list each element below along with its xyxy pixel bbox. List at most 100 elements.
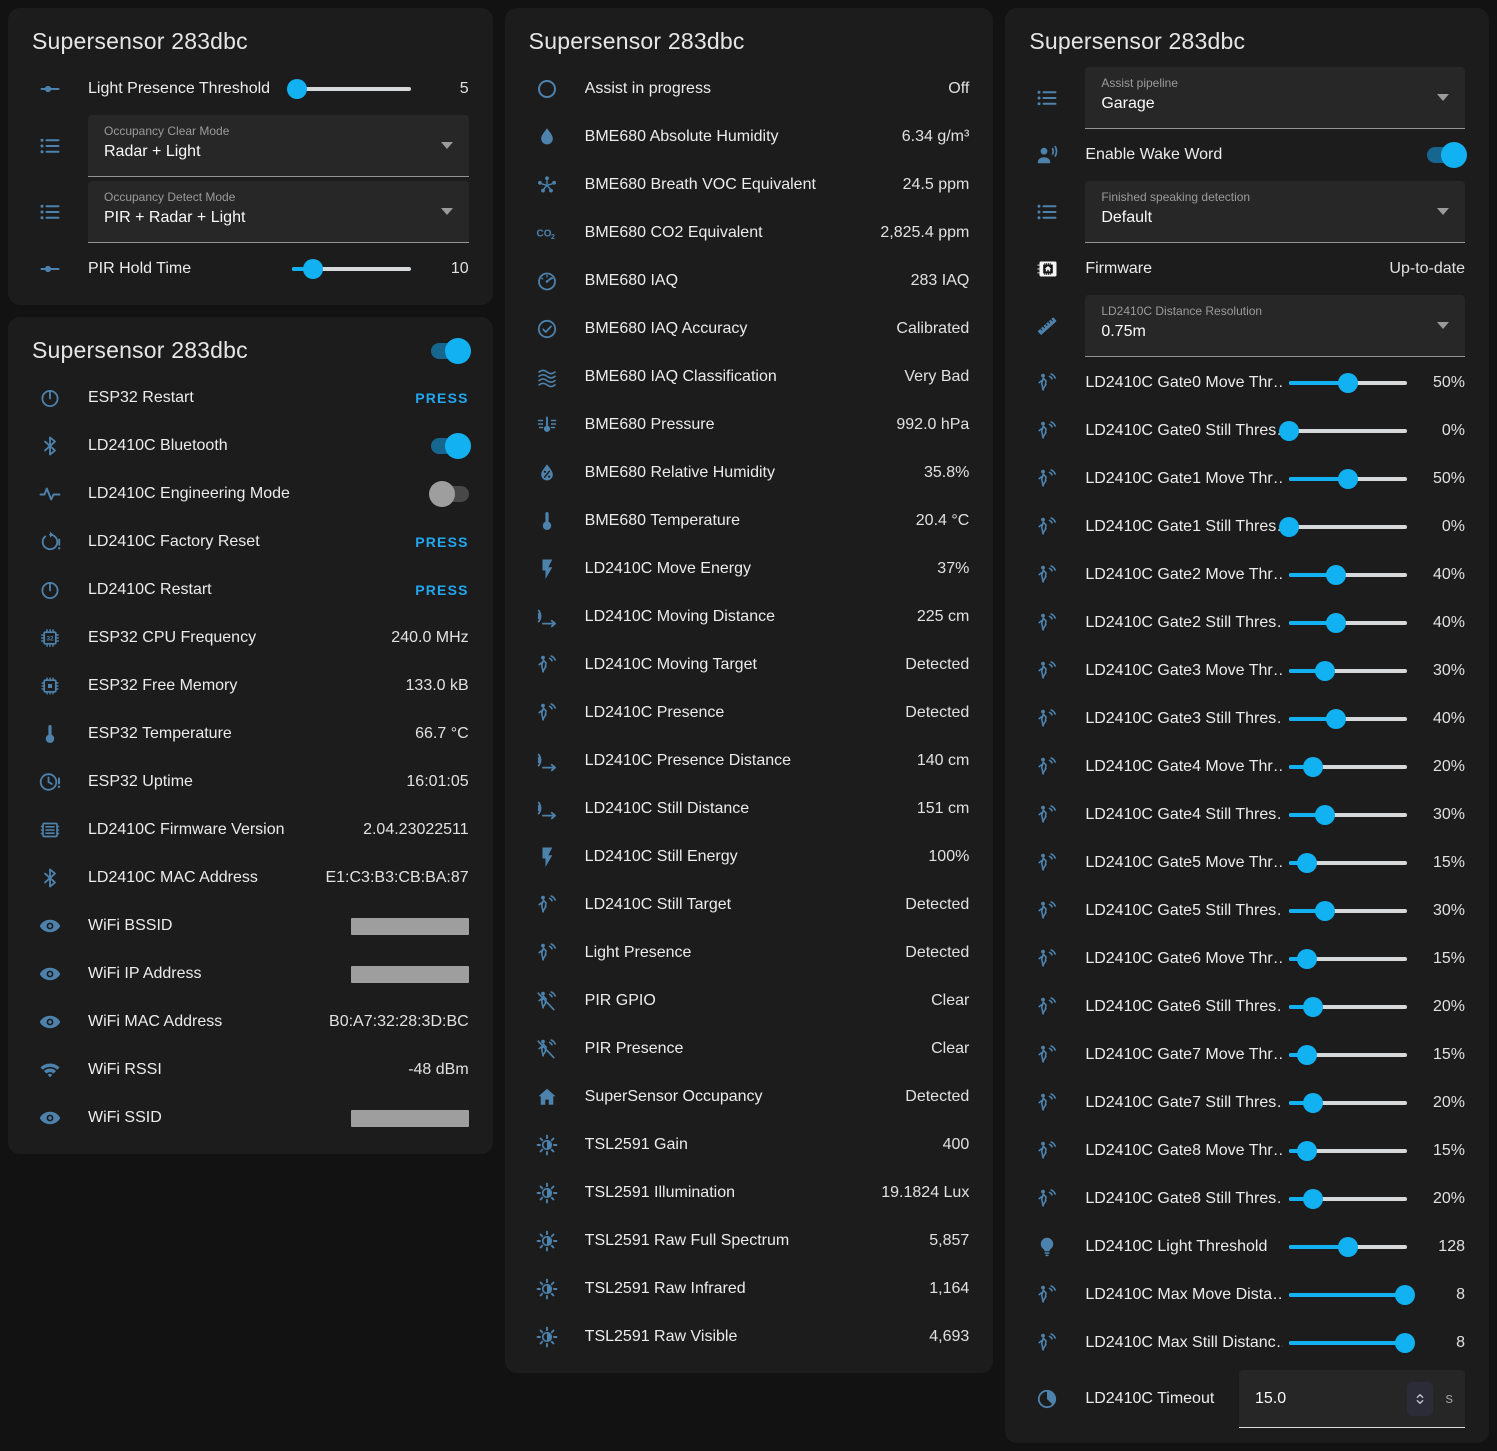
- ld2410c-gate7-move-thr-knob[interactable]: [1297, 1045, 1317, 1065]
- ld2410c-gate8-move-thr-knob[interactable]: [1297, 1141, 1317, 1161]
- ld2410c-gate7-still-thres-knob[interactable]: [1303, 1093, 1323, 1113]
- wifi-mac-address-row[interactable]: WiFi MAC AddressB0:A7:32:28:3D:BC: [24, 998, 477, 1046]
- card-header-toggle[interactable]: [431, 343, 469, 359]
- ld2410c-presence-distance-row[interactable]: LD2410C Presence Distance140 cm: [521, 737, 978, 785]
- ld2410c-gate5-still-thres-slider[interactable]: [1289, 901, 1407, 921]
- ld2410c-gate3-move-thr-slider[interactable]: [1289, 661, 1407, 681]
- ld2410c-gate0-still-thres-slider[interactable]: [1289, 421, 1407, 441]
- bme680-temperature-row[interactable]: BME680 Temperature20.4 °C: [521, 497, 978, 545]
- bme680-co2-equivalent-row[interactable]: CO2BME680 CO2 Equivalent2,825.4 ppm: [521, 209, 978, 257]
- light-presence-row[interactable]: Light PresenceDetected: [521, 929, 978, 977]
- bme680-pressure-row[interactable]: BME680 Pressure992.0 hPa: [521, 401, 978, 449]
- pir-presence-row[interactable]: PIR PresenceClear: [521, 1025, 978, 1073]
- bme680-iaq-row[interactable]: BME680 IAQ283 IAQ: [521, 257, 978, 305]
- ld2410c-bluetooth-toggle-knob[interactable]: [445, 433, 471, 459]
- ld2410c-gate0-move-thr-knob[interactable]: [1338, 373, 1358, 393]
- esp32-temperature-row[interactable]: ESP32 Temperature66.7 °C: [24, 710, 477, 758]
- pir-gpio-row[interactable]: PIR GPIOClear: [521, 977, 978, 1025]
- bme680-breath-voc-equivalent-row[interactable]: BME680 Breath VOC Equivalent24.5 ppm: [521, 161, 978, 209]
- ld2410c-max-still-distanc-slider[interactable]: [1289, 1333, 1407, 1353]
- esp32-restart-press-button[interactable]: PRESS: [415, 390, 468, 406]
- pir-hold-time-knob[interactable]: [303, 259, 323, 279]
- ld2410c-max-move-dista-knob[interactable]: [1395, 1285, 1415, 1305]
- ld2410c-gate6-move-thr-knob[interactable]: [1297, 949, 1317, 969]
- ld2410c-factory-reset-press-button[interactable]: PRESS: [415, 534, 468, 550]
- light-presence-threshold-knob[interactable]: [287, 79, 307, 99]
- bme680-iaq-classification-row[interactable]: BME680 IAQ ClassificationVery Bad: [521, 353, 978, 401]
- ld2410c-engineering-mode-toggle-knob[interactable]: [429, 481, 455, 507]
- ld2410c-gate4-move-thr-slider[interactable]: [1289, 757, 1407, 777]
- ld2410c-gate0-still-thres-knob[interactable]: [1279, 421, 1299, 441]
- ld2410c-max-still-distanc-knob[interactable]: [1395, 1333, 1415, 1353]
- occupancy-clear-mode-select[interactable]: Occupancy Clear ModeRadar + Light: [88, 115, 469, 177]
- assist-pipeline-select[interactable]: Assist pipelineGarage: [1085, 67, 1465, 129]
- ld2410c-gate2-still-thres-knob[interactable]: [1326, 613, 1346, 633]
- ld2410c-timeout-input[interactable]: 15.0: [1255, 1390, 1407, 1408]
- ld2410c-light-threshold-knob[interactable]: [1338, 1237, 1358, 1257]
- ld2410c-gate2-move-thr-knob[interactable]: [1326, 565, 1346, 585]
- esp32-uptime-row[interactable]: ESP32 Uptime16:01:05: [24, 758, 477, 806]
- tsl2591-raw-visible-row[interactable]: TSL2591 Raw Visible4,693: [521, 1313, 978, 1361]
- ld2410c-gate6-still-thres-slider[interactable]: [1289, 997, 1407, 1017]
- occupancy-detect-mode-select[interactable]: Occupancy Detect ModePIR + Radar + Light: [88, 181, 469, 243]
- ld2410c-restart-press-button[interactable]: PRESS: [415, 582, 468, 598]
- enable-wake-word-toggle[interactable]: [1427, 147, 1465, 163]
- ld2410c-light-threshold-slider[interactable]: [1289, 1237, 1407, 1257]
- firmware-row[interactable]: FirmwareUp-to-date: [1021, 245, 1473, 293]
- ld2410c-gate4-move-thr-knob[interactable]: [1303, 757, 1323, 777]
- ld2410c-gate0-move-thr-slider[interactable]: [1289, 373, 1407, 393]
- ld2410c-timeout-stepper[interactable]: [1407, 1382, 1433, 1416]
- ld2410c-gate6-still-thres-knob[interactable]: [1303, 997, 1323, 1017]
- ld2410c-gate3-move-thr-knob[interactable]: [1315, 661, 1335, 681]
- ld2410c-gate1-move-thr-slider[interactable]: [1289, 469, 1407, 489]
- ld2410c-gate5-move-thr-slider[interactable]: [1289, 853, 1407, 873]
- enable-wake-word-toggle-knob[interactable]: [1441, 142, 1467, 168]
- bme680-absolute-humidity-row[interactable]: BME680 Absolute Humidity6.34 g/m³: [521, 113, 978, 161]
- ld2410c-distance-resolution-select[interactable]: LD2410C Distance Resolution0.75m: [1085, 295, 1465, 357]
- ld2410c-gate4-still-thres-knob[interactable]: [1315, 805, 1335, 825]
- assist-in-progress-row[interactable]: Assist in progressOff: [521, 65, 978, 113]
- ld2410c-gate1-move-thr-knob[interactable]: [1338, 469, 1358, 489]
- ld2410c-gate8-still-thres-slider[interactable]: [1289, 1189, 1407, 1209]
- ld2410c-still-target-row[interactable]: LD2410C Still TargetDetected: [521, 881, 978, 929]
- ld2410c-firmware-version-row[interactable]: LD2410C Firmware Version2.04.23022511: [24, 806, 477, 854]
- tsl2591-illumination-row[interactable]: TSL2591 Illumination19.1824 Lux: [521, 1169, 978, 1217]
- ld2410c-mac-address-row[interactable]: LD2410C MAC AddressE1:C3:B3:CB:BA:87: [24, 854, 477, 902]
- bme680-relative-humidity-row[interactable]: BME680 Relative Humidity35.8%: [521, 449, 978, 497]
- ld2410c-gate1-still-thres-track[interactable]: [1289, 525, 1407, 529]
- ld2410c-gate0-still-thres-track[interactable]: [1289, 429, 1407, 433]
- ld2410c-gate7-move-thr-slider[interactable]: [1289, 1045, 1407, 1065]
- ld2410c-engineering-mode-toggle[interactable]: [431, 486, 469, 502]
- tsl2591-raw-infrared-row[interactable]: TSL2591 Raw Infrared1,164: [521, 1265, 978, 1313]
- finished-speaking-detection-select[interactable]: Finished speaking detectionDefault: [1085, 181, 1465, 243]
- ld2410c-still-distance-row[interactable]: LD2410C Still Distance151 cm: [521, 785, 978, 833]
- ld2410c-timeout-input-box[interactable]: 15.0s: [1239, 1370, 1465, 1428]
- ld2410c-gate8-still-thres-knob[interactable]: [1303, 1189, 1323, 1209]
- pir-hold-time-slider[interactable]: [292, 259, 411, 279]
- ld2410c-presence-row[interactable]: LD2410C PresenceDetected: [521, 689, 978, 737]
- ld2410c-move-energy-row[interactable]: LD2410C Move Energy37%: [521, 545, 978, 593]
- ld2410c-gate3-still-thres-knob[interactable]: [1326, 709, 1346, 729]
- ld2410c-gate1-still-thres-slider[interactable]: [1289, 517, 1407, 537]
- ld2410c-bluetooth-toggle[interactable]: [431, 438, 469, 454]
- light-presence-threshold-track[interactable]: [292, 87, 411, 91]
- esp32-free-memory-row[interactable]: ESP32 Free Memory133.0 kB: [24, 662, 477, 710]
- ld2410c-moving-distance-row[interactable]: LD2410C Moving Distance225 cm: [521, 593, 978, 641]
- supersensor-occupancy-row[interactable]: SuperSensor OccupancyDetected: [521, 1073, 978, 1121]
- ld2410c-gate4-still-thres-slider[interactable]: [1289, 805, 1407, 825]
- ld2410c-still-energy-row[interactable]: LD2410C Still Energy100%: [521, 833, 978, 881]
- ld2410c-gate3-still-thres-slider[interactable]: [1289, 709, 1407, 729]
- card-header-toggle-knob[interactable]: [445, 338, 471, 364]
- ld2410c-gate6-move-thr-slider[interactable]: [1289, 949, 1407, 969]
- wifi-rssi-row[interactable]: WiFi RSSI-48 dBm: [24, 1046, 477, 1094]
- ld2410c-gate5-still-thres-knob[interactable]: [1315, 901, 1335, 921]
- ld2410c-gate7-still-thres-slider[interactable]: [1289, 1093, 1407, 1113]
- bme680-iaq-accuracy-row[interactable]: BME680 IAQ AccuracyCalibrated: [521, 305, 978, 353]
- ld2410c-max-move-dista-slider[interactable]: [1289, 1285, 1407, 1305]
- ld2410c-moving-target-row[interactable]: LD2410C Moving TargetDetected: [521, 641, 978, 689]
- ld2410c-gate5-move-thr-knob[interactable]: [1297, 853, 1317, 873]
- ld2410c-gate8-move-thr-slider[interactable]: [1289, 1141, 1407, 1161]
- tsl2591-gain-row[interactable]: TSL2591 Gain400: [521, 1121, 978, 1169]
- esp32-cpu-frequency-row[interactable]: 32ESP32 CPU Frequency240.0 MHz: [24, 614, 477, 662]
- light-presence-threshold-slider[interactable]: [292, 79, 411, 99]
